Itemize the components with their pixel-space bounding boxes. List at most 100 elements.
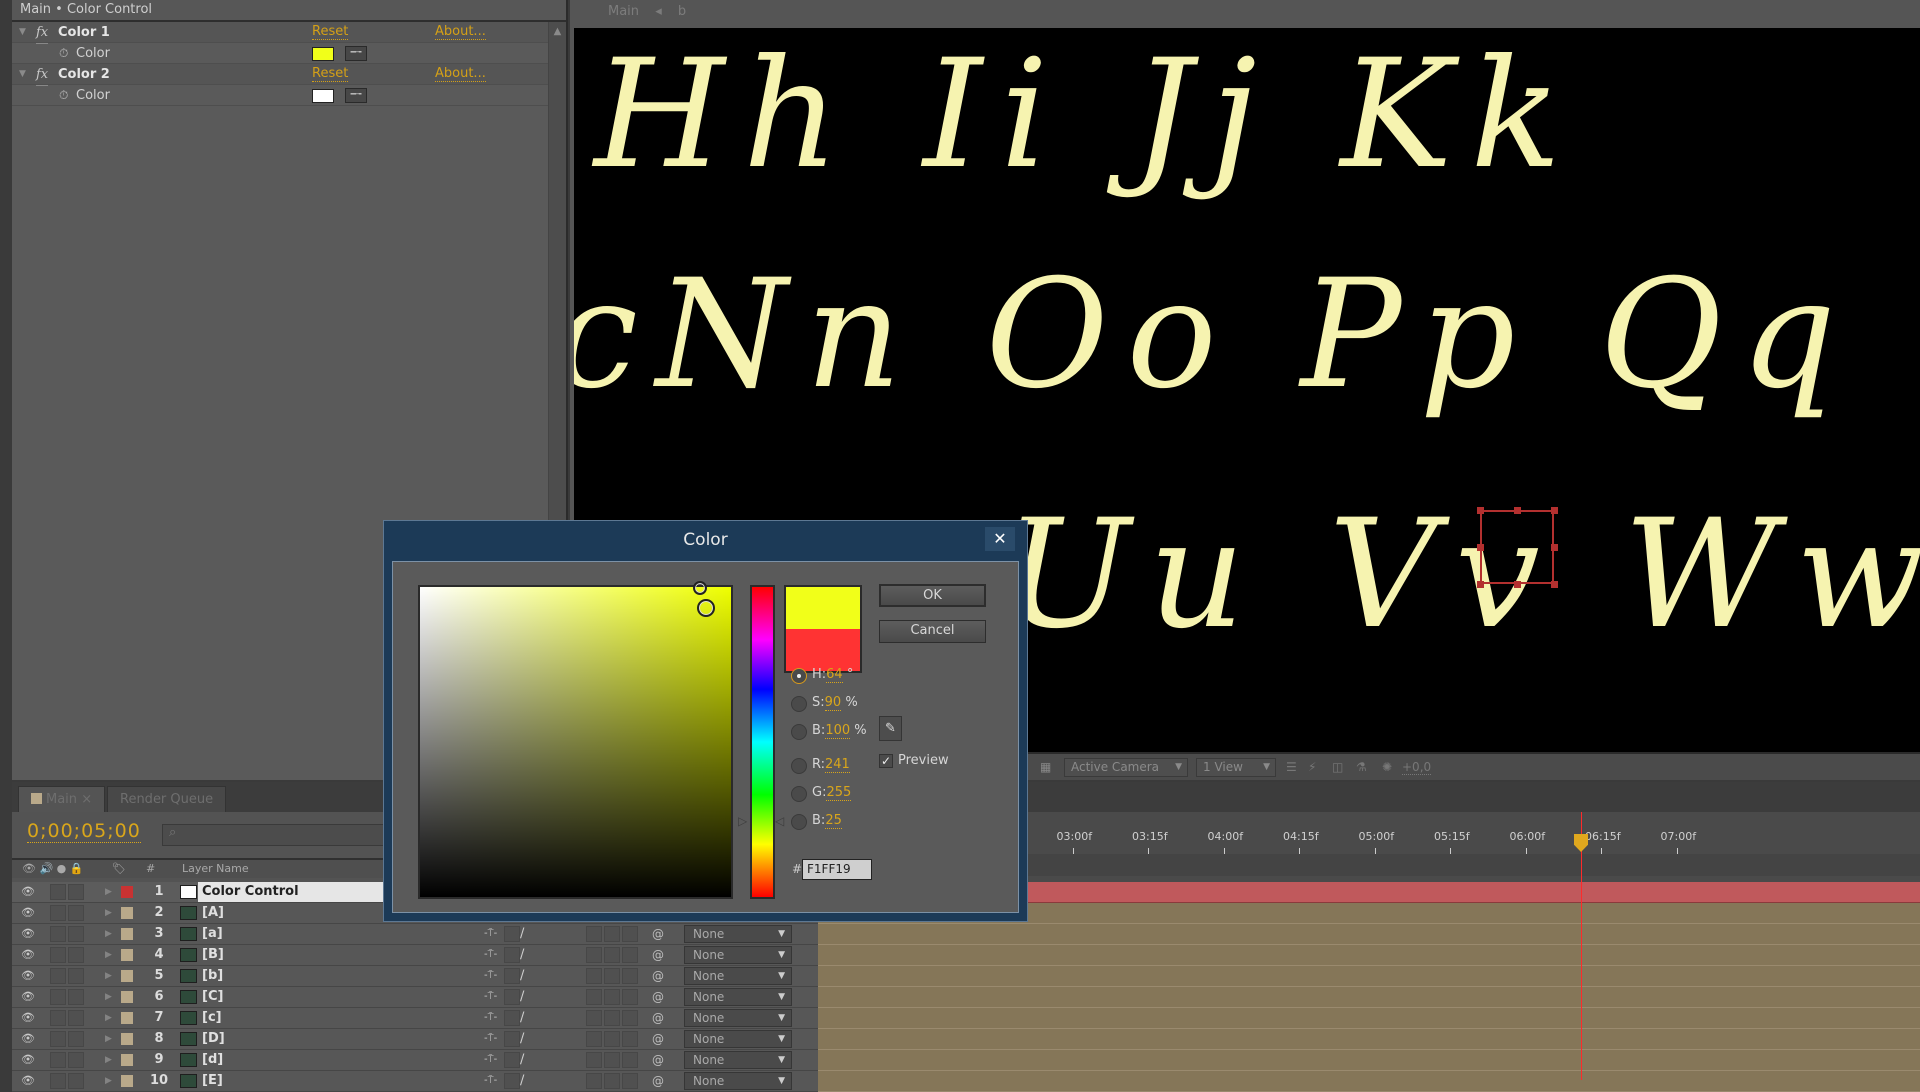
- layer-name[interactable]: [a]: [202, 924, 223, 944]
- mask-vertex[interactable]: [1514, 507, 1521, 514]
- switch-box[interactable]: [604, 1073, 620, 1089]
- lock-toggle[interactable]: [68, 926, 84, 942]
- shy-switch-icon[interactable]: -⍑-: [484, 1029, 497, 1049]
- fx-switch[interactable]: [504, 1031, 520, 1047]
- views-dropdown[interactable]: 1 View ▼: [1196, 758, 1276, 777]
- parent-dropdown[interactable]: None▼: [684, 967, 792, 985]
- pickwhip-icon[interactable]: @: [652, 987, 664, 1007]
- visibility-eye-icon[interactable]: 👁: [21, 924, 35, 944]
- channel-value[interactable]: 241: [825, 757, 850, 773]
- quality-switch-icon[interactable]: ∕: [520, 1050, 524, 1070]
- channel-value[interactable]: 100: [825, 723, 851, 739]
- switch-box[interactable]: [604, 968, 620, 984]
- current-time-display[interactable]: 0;00;05;00: [27, 820, 141, 843]
- transparency-grid-icon[interactable]: ▦: [1040, 754, 1051, 780]
- switch-box[interactable]: [622, 1031, 638, 1047]
- color-picker-handle[interactable]: [697, 599, 715, 617]
- shy-switch-icon[interactable]: -⍑-: [484, 1071, 497, 1091]
- about-link[interactable]: About...: [435, 25, 486, 40]
- lock-toggle[interactable]: [68, 1073, 84, 1089]
- expand-triangle-icon[interactable]: ▼: [19, 22, 26, 43]
- pickwhip-icon[interactable]: @: [652, 1008, 664, 1028]
- hue-slider[interactable]: [750, 585, 775, 899]
- channel-value[interactable]: 64: [826, 667, 843, 683]
- expand-triangle-icon[interactable]: ▶: [105, 903, 112, 923]
- layer-duration-bar[interactable]: [818, 924, 1920, 945]
- expand-triangle-icon[interactable]: ▶: [105, 1071, 112, 1091]
- layer-row[interactable]: 👁 ▶ 8 [D] -⍑- ∕ @ None ▼: [12, 1029, 818, 1050]
- label-color[interactable]: [121, 949, 133, 961]
- quality-switch-icon[interactable]: ∕: [520, 924, 524, 944]
- mask-vertex[interactable]: [1477, 581, 1484, 588]
- av-features-icons[interactable]: 👁 🔊 ● 🔒: [22, 860, 83, 878]
- expand-triangle-icon[interactable]: ▶: [105, 966, 112, 986]
- layer-name[interactable]: Color Control: [198, 882, 398, 902]
- quality-switch-icon[interactable]: ∕: [520, 987, 524, 1007]
- parent-dropdown[interactable]: None▼: [684, 925, 792, 943]
- tab-render-queue[interactable]: Render Queue: [107, 786, 227, 812]
- reset-link[interactable]: Reset: [312, 67, 349, 82]
- lock-toggle[interactable]: [68, 968, 84, 984]
- num-column[interactable]: #: [146, 860, 155, 878]
- switch-box[interactable]: [622, 926, 638, 942]
- lock-toggle[interactable]: [68, 947, 84, 963]
- comp-tab-b[interactable]: b: [678, 4, 686, 19]
- solo-toggle[interactable]: [50, 947, 66, 963]
- lock-toggle[interactable]: [68, 884, 84, 900]
- switch-box[interactable]: [622, 1052, 638, 1068]
- fx-icon[interactable]: fx: [36, 22, 49, 44]
- visibility-eye-icon[interactable]: 👁: [21, 966, 35, 986]
- layer-row[interactable]: 👁 ▶ 3 [a] -⍑- ∕ @ None ▼: [12, 924, 818, 945]
- solo-toggle[interactable]: [50, 1031, 66, 1047]
- layer-row[interactable]: 👁 ▶ 4 [B] -⍑- ∕ @ None ▼: [12, 945, 818, 966]
- layer-name[interactable]: [E]: [202, 1071, 223, 1091]
- expand-triangle-icon[interactable]: ▼: [19, 64, 26, 85]
- label-color[interactable]: [121, 1033, 133, 1045]
- switch-box[interactable]: [586, 1052, 602, 1068]
- channel-radio[interactable]: [791, 668, 807, 684]
- visibility-eye-icon[interactable]: 👁: [21, 903, 35, 923]
- label-color[interactable]: [121, 928, 133, 940]
- channel-radio[interactable]: [791, 724, 807, 740]
- parent-dropdown[interactable]: None▼: [684, 1072, 792, 1090]
- solo-toggle[interactable]: [50, 968, 66, 984]
- layer-row[interactable]: 👁 ▶ 10 [E] -⍑- ∕ @ None ▼: [12, 1071, 818, 1092]
- layer-row[interactable]: 👁 ▶ 7 [c] -⍑- ∕ @ None ▼: [12, 1008, 818, 1029]
- scroll-up-icon[interactable]: ▲: [549, 26, 566, 37]
- pickwhip-icon[interactable]: @: [652, 1071, 664, 1091]
- fx-switch[interactable]: [504, 989, 520, 1005]
- label-color[interactable]: [121, 970, 133, 982]
- about-link[interactable]: About...: [435, 67, 486, 82]
- exposure-value[interactable]: +0,0: [1402, 760, 1432, 775]
- pickwhip-icon[interactable]: @: [652, 1029, 664, 1049]
- label-color[interactable]: [121, 991, 133, 1003]
- lock-toggle[interactable]: [68, 1010, 84, 1026]
- tab-main[interactable]: Main ×: [18, 786, 106, 812]
- parent-dropdown[interactable]: None▼: [684, 988, 792, 1006]
- fast-preview-icon[interactable]: ⚡: [1308, 754, 1316, 780]
- mask-vertex[interactable]: [1551, 507, 1558, 514]
- switch-box[interactable]: [586, 1031, 602, 1047]
- fx-switch[interactable]: [504, 1052, 520, 1068]
- label-color[interactable]: [121, 1054, 133, 1066]
- visibility-eye-icon[interactable]: 👁: [21, 1071, 35, 1091]
- saturation-brightness-field[interactable]: [418, 581, 733, 899]
- visibility-eye-icon[interactable]: 👁: [21, 945, 35, 965]
- solo-toggle[interactable]: [50, 989, 66, 1005]
- close-icon[interactable]: ×: [81, 792, 92, 807]
- channel-radio[interactable]: [791, 814, 807, 830]
- stopwatch-icon[interactable]: ⏱: [59, 43, 68, 64]
- hex-input[interactable]: F1FF19: [802, 859, 872, 880]
- layer-name-column[interactable]: Layer Name: [182, 860, 249, 878]
- fx-switch[interactable]: [504, 1010, 520, 1026]
- switch-box[interactable]: [604, 989, 620, 1005]
- layer-name[interactable]: [C]: [202, 987, 223, 1007]
- shy-switch-icon[interactable]: -⍑-: [484, 1050, 497, 1070]
- switch-box[interactable]: [586, 1073, 602, 1089]
- quality-switch-icon[interactable]: ∕: [520, 1008, 524, 1028]
- lock-toggle[interactable]: [68, 1031, 84, 1047]
- shy-switch-icon[interactable]: -⍑-: [484, 945, 497, 965]
- label-color[interactable]: [121, 907, 133, 919]
- preview-checkbox[interactable]: ✓: [879, 754, 893, 768]
- channel-value[interactable]: 25: [825, 813, 842, 829]
